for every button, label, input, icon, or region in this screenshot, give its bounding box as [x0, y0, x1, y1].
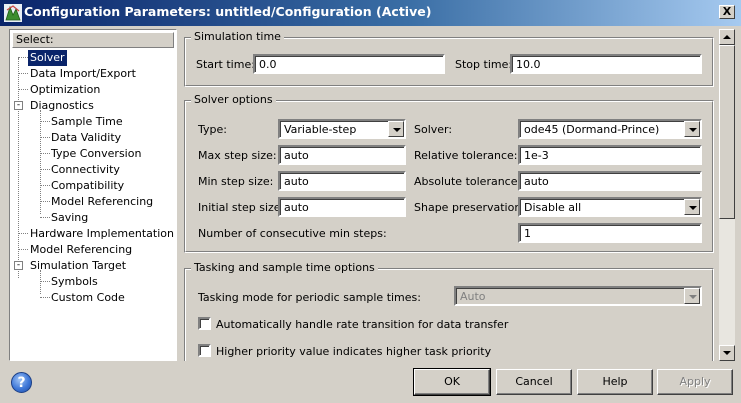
auto-rate-transition-label: Automatically handle rate transition for… — [216, 318, 509, 331]
shape-preservation-select[interactable]: Disable all — [518, 197, 702, 217]
collapse-diagnostics-icon[interactable]: - — [14, 101, 23, 110]
chevron-down-icon[interactable] — [388, 121, 404, 137]
absolute-tolerance-input[interactable]: auto — [518, 171, 702, 191]
consecutive-min-steps-label: Number of consecutive min steps: — [198, 227, 387, 240]
group-title: Simulation time — [191, 30, 284, 43]
type-select-value: Variable-step — [284, 123, 357, 136]
tasking-mode-value: Auto — [460, 290, 486, 303]
tree-item-data-import-export[interactable]: Data Import/Export — [28, 66, 138, 82]
auto-rate-transition-checkbox[interactable] — [198, 317, 211, 330]
stop-time-label: Stop time: — [455, 58, 513, 71]
tree-item-hardware-implementation[interactable]: Hardware Implementation — [28, 226, 176, 242]
collapse-simulation-target-icon[interactable]: - — [14, 261, 23, 270]
min-step-size-input[interactable]: auto — [278, 171, 406, 191]
max-step-size-input[interactable]: auto — [278, 145, 406, 165]
chevron-down-icon[interactable] — [684, 288, 700, 304]
scroll-up-icon[interactable] — [719, 29, 735, 45]
help-icon[interactable]: ? — [11, 372, 32, 393]
start-time-input[interactable]: 0.0 — [253, 54, 445, 74]
type-select[interactable]: Variable-step — [278, 119, 406, 139]
category-tree[interactable]: Select: - - Solver Data Import/Export Op… — [9, 29, 177, 361]
tree-item-compatibility[interactable]: Compatibility — [49, 178, 126, 194]
scroll-down-icon[interactable] — [719, 345, 735, 361]
window-title: Configuration Parameters: untitled/Confi… — [24, 4, 432, 19]
chevron-down-icon[interactable] — [684, 199, 700, 215]
relative-tolerance-label: Relative tolerance: — [414, 149, 518, 162]
tree-connector — [18, 233, 28, 234]
tree-item-sample-time[interactable]: Sample Time — [49, 114, 125, 130]
solver-select-value: ode45 (Dormand-Prince) — [524, 123, 660, 136]
tree-item-model-referencing[interactable]: Model Referencing — [28, 242, 134, 258]
tree-item-custom-code[interactable]: Custom Code — [49, 290, 127, 306]
group-title: Solver options — [191, 93, 276, 106]
title-bar[interactable]: Configuration Parameters: untitled/Confi… — [0, 0, 741, 26]
min-step-size-label: Min step size: — [198, 175, 274, 188]
tree-connector — [18, 58, 19, 278]
initial-step-size-input[interactable]: auto — [278, 197, 406, 217]
cancel-button[interactable]: Cancel — [496, 369, 572, 395]
tasking-mode-select[interactable]: Auto — [454, 286, 702, 306]
scroll-thumb[interactable] — [719, 45, 735, 219]
type-label: Type: — [198, 123, 227, 136]
tree-item-optimization[interactable]: Optimization — [28, 82, 102, 98]
tree-item-simulation-target[interactable]: Simulation Target — [28, 258, 128, 274]
tree-connector — [18, 249, 28, 250]
solver-select[interactable]: ode45 (Dormand-Prince) — [518, 119, 702, 139]
start-time-label: Start time: — [196, 58, 255, 71]
tree-item-saving[interactable]: Saving — [49, 210, 90, 226]
relative-tolerance-input[interactable]: 1e-3 — [518, 145, 702, 165]
simulink-app-icon — [4, 4, 22, 22]
ok-button[interactable]: OK — [413, 368, 491, 396]
max-step-size-label: Max step size: — [198, 149, 277, 162]
stop-time-input[interactable]: 10.0 — [510, 54, 702, 74]
group-title: Tasking and sample time options — [191, 261, 378, 274]
absolute-tolerance-label: Absolute tolerance: — [414, 175, 522, 188]
solver-label: Solver: — [414, 123, 453, 136]
tree-item-solver[interactable]: Solver — [28, 50, 67, 66]
settings-pane: Simulation time Start time: 0.0 Stop tim… — [180, 29, 716, 361]
tree-item-type-conversion[interactable]: Type Conversion — [49, 146, 143, 162]
chevron-down-icon[interactable] — [684, 121, 700, 137]
tree-header: Select: — [12, 32, 174, 48]
tree-item-connectivity[interactable]: Connectivity — [49, 162, 122, 178]
tree-item-data-validity[interactable]: Data Validity — [49, 130, 123, 146]
priority-label: Higher priority value indicates higher t… — [216, 345, 492, 358]
consecutive-min-steps-input[interactable]: 1 — [518, 223, 702, 243]
priority-checkbox[interactable] — [198, 344, 211, 357]
tree-item-diagnostics-model-referencing[interactable]: Model Referencing — [49, 194, 155, 210]
shape-preservation-value: Disable all — [524, 201, 582, 214]
initial-step-size-label: Initial step size: — [198, 201, 285, 214]
tree-item-symbols[interactable]: Symbols — [49, 274, 100, 290]
tree-connector — [40, 110, 41, 214]
shape-preservation-label: Shape preservation: — [414, 201, 526, 214]
help-button[interactable]: Help — [577, 369, 653, 395]
tree-connector — [18, 57, 28, 58]
tree-item-diagnostics[interactable]: Diagnostics — [28, 98, 96, 114]
tree-connector — [18, 89, 28, 90]
close-button[interactable]: X — [719, 5, 735, 19]
tree-connector — [18, 73, 28, 74]
tasking-mode-label: Tasking mode for periodic sample times: — [198, 291, 421, 304]
vertical-scrollbar[interactable] — [719, 29, 735, 361]
apply-button[interactable]: Apply — [657, 369, 733, 395]
